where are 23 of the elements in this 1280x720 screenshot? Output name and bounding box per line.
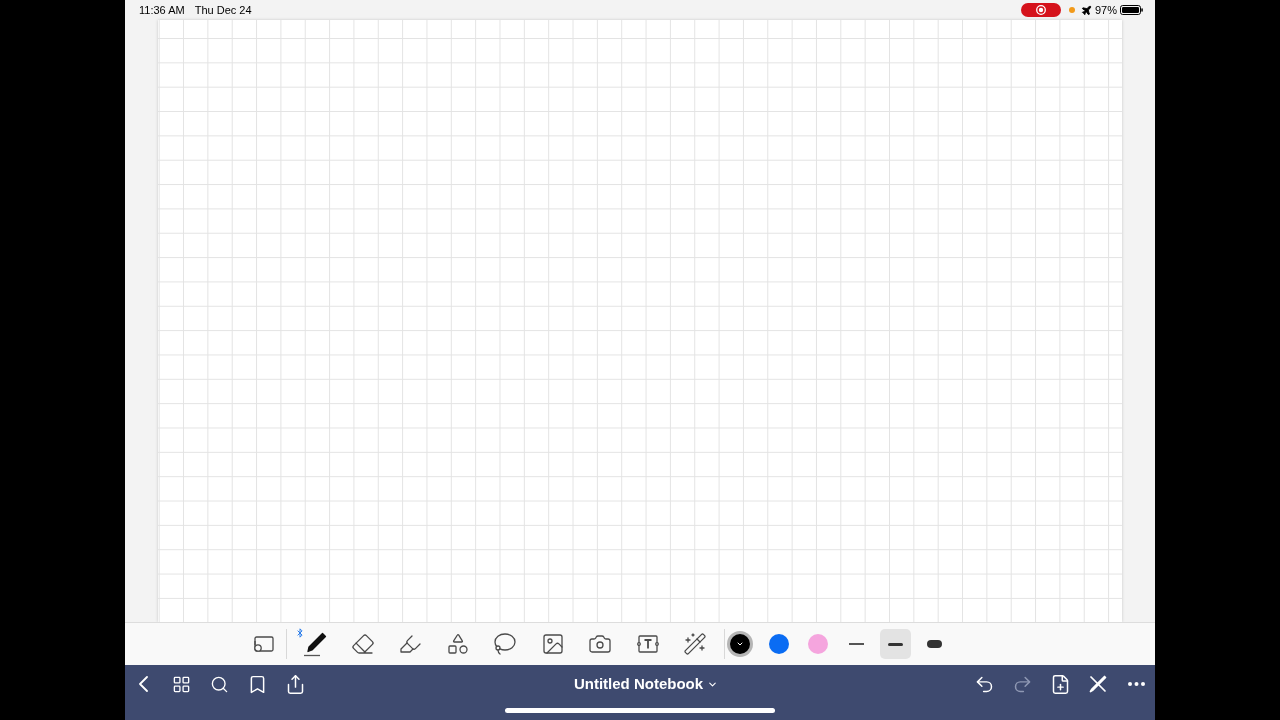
image-icon <box>540 632 565 656</box>
stroke-width-button[interactable] <box>880 629 911 659</box>
chevron-down-icon <box>736 640 744 648</box>
wand-icon <box>683 632 707 656</box>
notebook-title-button[interactable]: Untitled Notebook <box>573 672 719 696</box>
battery-icon <box>1120 5 1143 15</box>
shapes-icon <box>445 632 470 656</box>
crossed-pen-icon <box>1089 675 1107 693</box>
pen-icon <box>302 631 328 657</box>
more-icon <box>1127 682 1145 686</box>
grid-icon <box>171 674 191 694</box>
back-icon <box>138 676 148 692</box>
lasso-icon <box>493 632 517 656</box>
search-icon <box>209 674 229 694</box>
thick-stroke-icon <box>927 640 942 648</box>
thin-stroke-icon <box>849 643 864 645</box>
medium-stroke-icon <box>888 642 903 646</box>
battery-percent: 97% <box>1094 2 1117 18</box>
text-box-icon <box>635 632 660 656</box>
camera-icon <box>588 632 612 656</box>
status-time: 11:36 AM <box>139 2 185 18</box>
eraser-icon <box>350 632 375 656</box>
status-date: Thu Dec 24 <box>194 2 252 18</box>
